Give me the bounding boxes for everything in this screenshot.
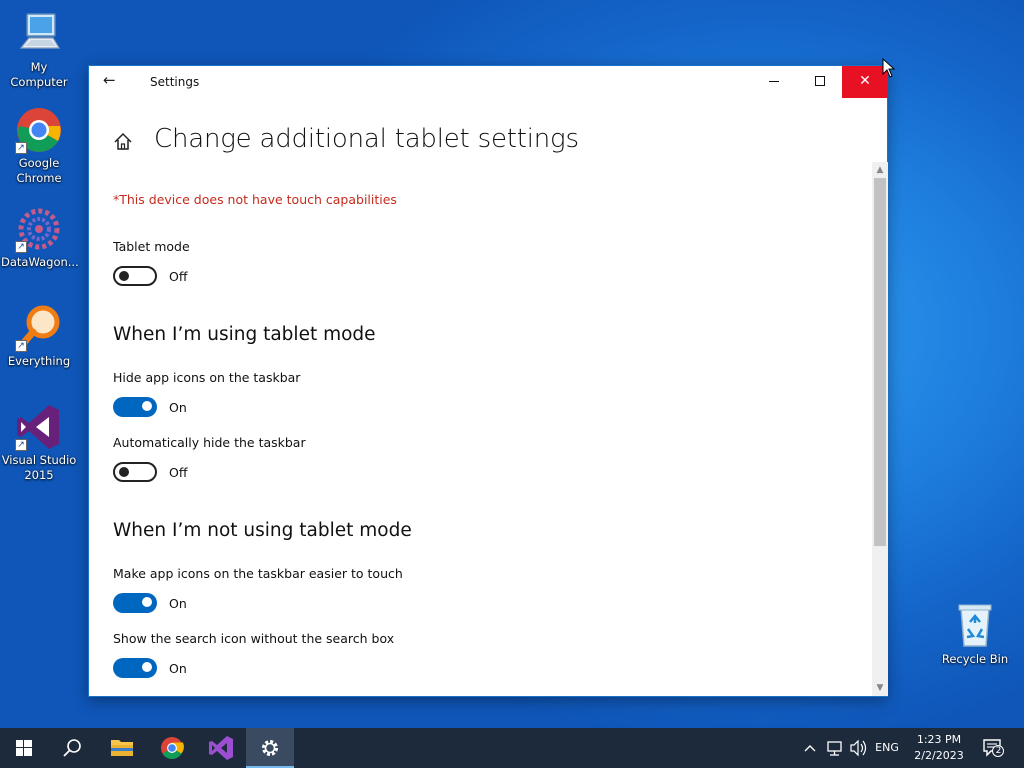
speaker-icon — [850, 739, 867, 757]
auto-hide-toggle[interactable] — [113, 462, 157, 482]
computer-icon — [15, 10, 63, 58]
desktop-icon-label: Everything — [7, 354, 71, 368]
visual-studio-icon — [209, 736, 233, 760]
network-icon — [827, 741, 842, 756]
window-titlebar[interactable]: ← Settings ✕ — [89, 66, 888, 98]
hide-icons-state: On — [169, 400, 187, 415]
settings-window: ← Settings ✕ Change additional tablet se… — [88, 65, 888, 697]
section-title-not-using-tablet: When I’m not using tablet mode — [113, 520, 412, 541]
mouse-cursor-icon — [882, 57, 896, 78]
section-title-using-tablet: When I’m using tablet mode — [113, 324, 376, 345]
toggle-knob — [142, 662, 152, 672]
desktop-icon-datawagon[interactable]: ↗ DataWagon... — [1, 205, 79, 270]
windows-logo-icon — [16, 740, 32, 756]
gear-icon — [262, 740, 278, 756]
toggle-knob — [119, 271, 129, 281]
action-center-button[interactable]: 2 — [982, 738, 1004, 758]
clock-date: 2/2/2023 — [914, 749, 964, 762]
desktop-icon-recycle-bin[interactable]: Recycle Bin — [937, 602, 1013, 667]
chevron-up-icon — [804, 745, 816, 752]
auto-hide-label: Automatically hide the taskbar — [113, 435, 306, 450]
shortcut-arrow-icon: ↗ — [15, 340, 27, 352]
recycle-bin-icon — [951, 602, 999, 650]
clock-time: 1:23 PM — [916, 733, 962, 746]
easier-touch-toggle[interactable] — [113, 593, 157, 613]
taskbar-visual-studio[interactable] — [197, 728, 245, 768]
back-arrow-icon[interactable]: ← — [103, 71, 116, 89]
folder-icon — [111, 740, 133, 756]
close-icon: ✕ — [859, 73, 871, 89]
tablet-mode-toggle[interactable] — [113, 266, 157, 286]
volume-tray-button[interactable] — [848, 728, 870, 768]
everything-search-icon: ↗ — [15, 304, 63, 352]
desktop-icon-label: Visual Studio 2015 — [1, 453, 77, 482]
toggle-knob — [119, 467, 129, 477]
minimize-button[interactable] — [751, 66, 797, 98]
vertical-scrollbar[interactable]: ▲ ▼ — [872, 162, 888, 696]
desktop-icon-label: Recycle Bin — [941, 652, 1009, 666]
scroll-thumb[interactable] — [874, 178, 886, 546]
tablet-mode-label: Tablet mode — [113, 239, 190, 254]
hide-icons-label: Hide app icons on the taskbar — [113, 370, 301, 385]
datawagon-icon: ↗ — [15, 205, 63, 253]
shortcut-arrow-icon: ↗ — [15, 439, 27, 451]
window-title: Settings — [150, 75, 200, 89]
toggle-knob — [142, 401, 152, 411]
desktop-icon-everything[interactable]: ↗ Everything — [1, 304, 77, 369]
page-title: Change additional tablet settings — [154, 124, 579, 154]
easier-touch-state: On — [169, 596, 187, 611]
scroll-down-arrow-icon[interactable]: ▼ — [872, 680, 888, 696]
maximize-button[interactable] — [797, 66, 843, 98]
tablet-mode-state: Off — [169, 269, 188, 284]
visual-studio-icon: ↗ — [15, 403, 63, 451]
home-icon[interactable] — [113, 132, 133, 152]
chrome-icon: ↗ — [15, 106, 63, 154]
desktop-icon-label: Google Chrome — [16, 156, 62, 185]
shortcut-arrow-icon: ↗ — [15, 241, 27, 253]
taskbar-file-explorer[interactable] — [98, 728, 146, 768]
desktop-icon-visual-studio[interactable]: ↗ Visual Studio 2015 — [1, 403, 77, 483]
language-indicator[interactable]: ENG — [872, 728, 902, 768]
taskbar-clock[interactable]: 1:23 PM 2/2/2023 — [908, 732, 970, 764]
notification-count-badge: 2 — [995, 746, 1002, 756]
easier-touch-label: Make app icons on the taskbar easier to … — [113, 566, 403, 581]
network-tray-button[interactable] — [824, 728, 846, 768]
desktop-icon-my-computer[interactable]: My Computer — [1, 10, 77, 90]
scroll-up-arrow-icon[interactable]: ▲ — [872, 162, 888, 178]
taskbar-search-button[interactable] — [48, 728, 96, 768]
taskbar: ENG 1:23 PM 2/2/2023 2 — [0, 728, 1024, 768]
taskbar-settings[interactable] — [246, 728, 294, 768]
desktop-icon-google-chrome[interactable]: ↗ Google Chrome — [1, 106, 77, 186]
settings-content: *This device does not have touch capabil… — [113, 166, 853, 696]
show-hidden-icons-button[interactable] — [800, 728, 820, 768]
shortcut-arrow-icon: ↗ — [15, 142, 27, 154]
search-icon — [63, 739, 81, 757]
touch-warning-text: *This device does not have touch capabil… — [113, 192, 397, 207]
minimize-icon — [769, 80, 779, 82]
toggle-knob — [142, 597, 152, 607]
auto-hide-state: Off — [169, 465, 188, 480]
search-icon-toggle[interactable] — [113, 658, 157, 678]
taskbar-chrome[interactable] — [148, 728, 196, 768]
desktop-icon-label: DataWagon... — [1, 255, 79, 269]
start-button[interactable] — [0, 728, 48, 768]
search-icon-label: Show the search icon without the search … — [113, 631, 395, 646]
search-icon-state: On — [169, 661, 187, 676]
chrome-icon — [161, 737, 184, 759]
desktop-icon-label: My Computer — [10, 60, 68, 89]
maximize-icon — [815, 76, 825, 86]
hide-icons-toggle[interactable] — [113, 397, 157, 417]
